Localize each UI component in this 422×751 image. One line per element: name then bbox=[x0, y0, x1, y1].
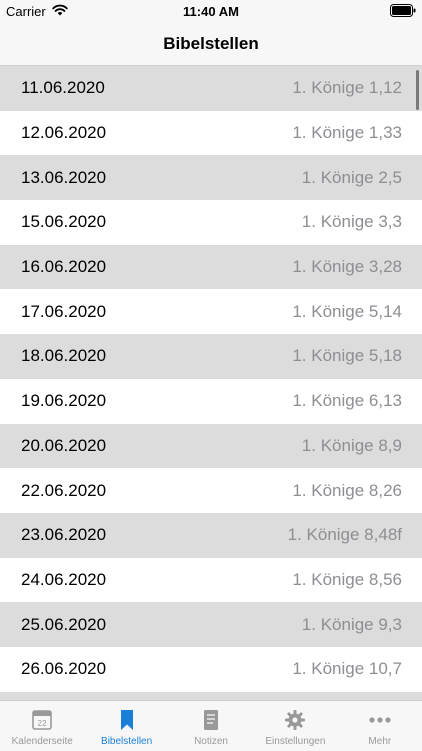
row-date: 24.06.2020 bbox=[21, 569, 107, 589]
row-reference: 1. Könige 6,13 bbox=[292, 391, 402, 411]
row-date: 20.06.2020 bbox=[21, 435, 107, 455]
row-reference: 1. Könige 8,56 bbox=[292, 569, 402, 589]
list-item[interactable]: 23.06.2020 1. Könige 8,48f bbox=[0, 512, 422, 558]
row-date: 13.06.2020 bbox=[21, 167, 107, 187]
status-time: 11:40 AM bbox=[183, 4, 239, 19]
row-date: 18.06.2020 bbox=[21, 346, 107, 366]
row-reference: 1. Könige 2,5 bbox=[301, 167, 402, 187]
row-date: 12.06.2020 bbox=[21, 123, 107, 143]
status-bar: Carrier 11:40 AM bbox=[0, 0, 422, 22]
list-item[interactable]: 19.06.2020 1. Könige 6,13 bbox=[0, 378, 422, 424]
tab-label: Kalenderseite bbox=[11, 736, 73, 747]
more-icon bbox=[368, 709, 392, 736]
list-item[interactable]: 12.06.2020 1. Könige 1,33 bbox=[0, 110, 422, 156]
tab-einstellungen[interactable]: Einstellungen bbox=[253, 701, 337, 751]
gear-icon bbox=[283, 709, 307, 736]
bookmark-icon bbox=[115, 709, 139, 736]
row-date: 17.06.2020 bbox=[21, 301, 107, 321]
list-item[interactable]: 18.06.2020 1. Könige 5,18 bbox=[0, 334, 422, 379]
row-date: 16.06.2020 bbox=[21, 257, 107, 277]
row-reference: 1. Könige 8,9 bbox=[301, 435, 402, 455]
list-item[interactable]: 13.06.2020 1. Könige 2,5 bbox=[0, 155, 422, 201]
row-reference: 1. Könige 8,26 bbox=[292, 480, 402, 500]
row-reference: 1. Könige 8,48f bbox=[287, 525, 402, 545]
notes-icon bbox=[199, 709, 223, 736]
list-item[interactable]: 20.06.2020 1. Könige 8,9 bbox=[0, 423, 422, 469]
list-item[interactable]: 15.06.2020 1. Könige 3,3 bbox=[0, 200, 422, 245]
tab-notizen[interactable]: Notizen bbox=[169, 701, 253, 751]
list-item[interactable]: 26.06.2020 1. Könige 10,7 bbox=[0, 646, 422, 692]
row-date: 11.06.2020 bbox=[21, 78, 105, 98]
tab-kalenderseite[interactable]: 22 Kalenderseite bbox=[0, 701, 84, 751]
tab-bar: 22 Kalenderseite Bibelstellen Notizen Einste… bbox=[0, 700, 422, 751]
row-reference: 1. Könige 10,7 bbox=[292, 659, 402, 679]
row-date: 26.06.2020 bbox=[21, 659, 107, 679]
battery-icon bbox=[390, 4, 416, 17]
row-date: 19.06.2020 bbox=[21, 391, 107, 411]
list-item[interactable]: 11.06.2020 1. Könige 1,12 bbox=[0, 66, 422, 111]
svg-text:22: 22 bbox=[38, 719, 47, 728]
list-item[interactable]: 25.06.2020 1. Könige 9,3 bbox=[0, 602, 422, 647]
row-reference: 1. Könige 3,28 bbox=[292, 257, 402, 277]
list-item[interactable]: 16.06.2020 1. Könige 3,28 bbox=[0, 244, 422, 290]
row-reference: 1. Könige 9,3 bbox=[301, 614, 402, 634]
row-reference: 1. Könige 5,18 bbox=[292, 346, 402, 366]
list-item[interactable]: 24.06.2020 1. Könige 8,56 bbox=[0, 557, 422, 603]
bible-references-list[interactable]: 11.06.2020 1. Könige 1,12 12.06.2020 1. Kön… bbox=[0, 66, 422, 700]
row-reference: 1. Könige 5,14 bbox=[292, 301, 402, 321]
tab-label: Notizen bbox=[194, 736, 228, 747]
row-date: 25.06.2020 bbox=[21, 614, 107, 634]
tab-label: Mehr bbox=[368, 736, 392, 747]
row-date: 15.06.2020 bbox=[21, 212, 107, 232]
row-date: 22.06.2020 bbox=[21, 480, 107, 500]
calendar-icon: 22 bbox=[30, 709, 54, 736]
tab-mehr[interactable]: Mehr bbox=[338, 701, 422, 751]
row-date: 23.06.2020 bbox=[21, 525, 107, 545]
page-title: Bibelstellen bbox=[163, 33, 259, 53]
list-item[interactable] bbox=[0, 691, 422, 700]
list-item[interactable]: 17.06.2020 1. Könige 5,14 bbox=[0, 289, 422, 335]
row-reference: 1. Könige 1,33 bbox=[292, 123, 402, 143]
tab-bibelstellen[interactable]: Bibelstellen bbox=[84, 701, 168, 751]
list-item[interactable]: 22.06.2020 1. Könige 8,26 bbox=[0, 468, 422, 513]
row-reference: 1. Könige 3,3 bbox=[301, 212, 402, 232]
navigation-bar: Bibelstellen bbox=[0, 22, 422, 66]
scroll-indicator bbox=[416, 70, 419, 110]
row-reference: 1. Könige 1,12 bbox=[292, 78, 402, 98]
tab-label: Bibelstellen bbox=[101, 736, 153, 747]
tab-label: Einstellungen bbox=[265, 736, 326, 747]
